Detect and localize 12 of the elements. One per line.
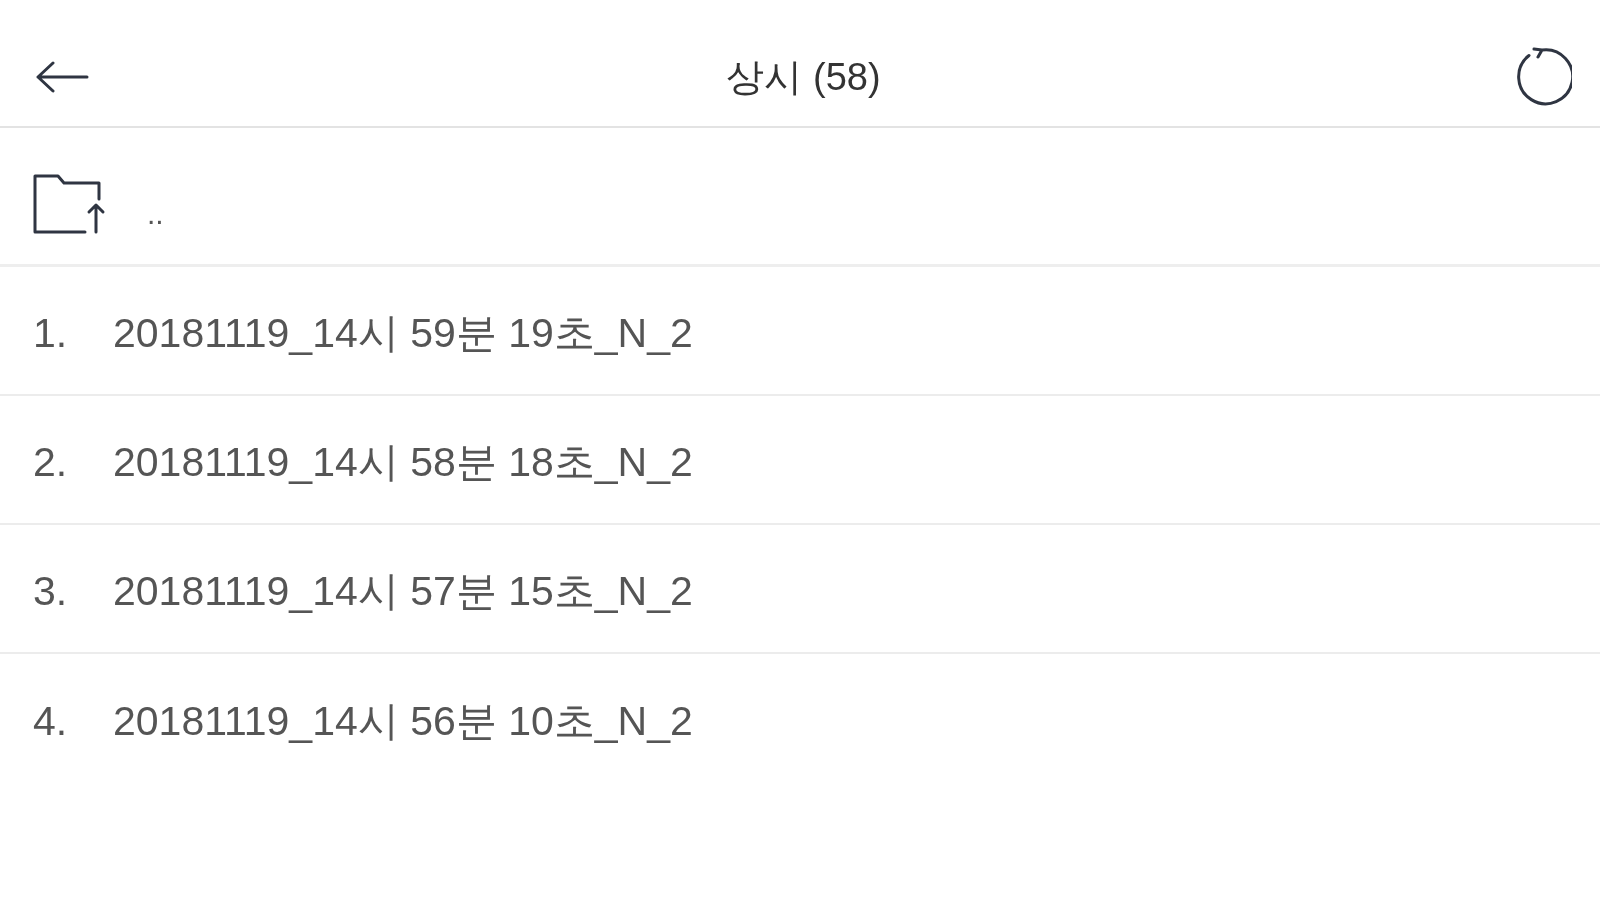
list-number: 3. [33, 571, 69, 612]
file-name[interactable]: 20181119_14시 58분 18초_N_2 [113, 442, 693, 483]
folder-up-arrow-icon [33, 174, 107, 234]
parent-folder-label[interactable]: .. [147, 199, 164, 229]
list-number: 2. [33, 442, 69, 483]
list-number: 4. [33, 701, 69, 742]
file-name[interactable]: 20181119_14시 59분 19초_N_2 [113, 313, 693, 354]
list-number: 1. [33, 313, 69, 354]
back-arrow-icon [35, 61, 89, 93]
file-name[interactable]: 20181119_14시 57분 15초_N_2 [113, 571, 693, 612]
file-name[interactable]: 20181119_14시 56분 10초_N_2 [113, 701, 693, 742]
screen-title: 상시 (58) [726, 58, 881, 96]
